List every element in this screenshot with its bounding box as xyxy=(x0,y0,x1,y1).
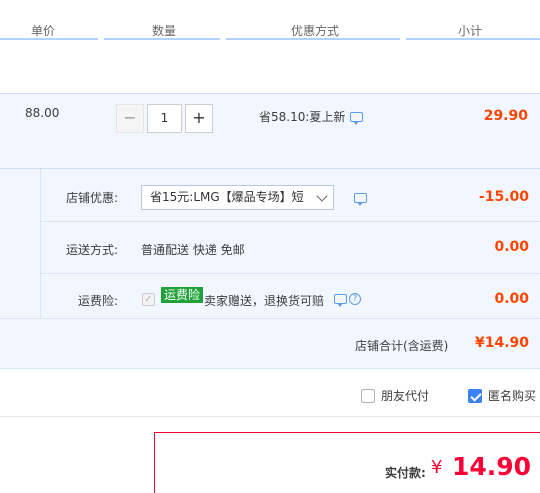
promotion-text: 省58.10:夏上新 xyxy=(259,110,346,124)
friend-pay-checkbox[interactable] xyxy=(361,388,375,403)
payment-amount: 14.90 xyxy=(452,452,532,481)
shipping-label: 运送方式: xyxy=(66,243,119,257)
quantity-stepper: − 1 + xyxy=(116,104,213,133)
anonymous-option[interactable]: 匿名购买 xyxy=(468,387,536,404)
quantity-input[interactable]: 1 xyxy=(147,104,182,133)
payment-label: 实付款: xyxy=(385,466,426,480)
increase-quantity-button[interactable]: + xyxy=(185,104,213,133)
currency-symbol: ¥ xyxy=(431,457,443,478)
shop-discount-selected: 省15元:LMG【爆品专场】短 xyxy=(150,190,304,204)
chat-icon[interactable] xyxy=(350,111,364,125)
header-divider xyxy=(226,38,400,40)
shop-discount-label: 店铺优惠: xyxy=(66,191,119,205)
insurance-tag: 运费险 xyxy=(161,287,204,303)
insurance-checkbox: ✓ xyxy=(142,293,155,306)
shop-total-row: 店铺合计(含运费) ¥14.90 xyxy=(0,318,540,369)
shipping-method: 普通配送 快递 免邮 xyxy=(141,243,245,257)
item-promotion: 省58.10:夏上新 xyxy=(259,108,364,125)
header-quantity: 数量 xyxy=(152,24,177,38)
chevron-down-icon xyxy=(316,190,328,202)
header-divider xyxy=(406,38,540,40)
unit-price: 88.00 xyxy=(25,106,60,120)
anonymous-checkbox[interactable] xyxy=(468,388,482,403)
shop-total-label: 店铺合计(含运费) xyxy=(355,339,449,353)
shop-total-amount: ¥14.90 xyxy=(474,335,529,351)
table-header: 单价 数量 优惠方式 小计 xyxy=(0,0,540,40)
anonymous-label: 匿名购买 xyxy=(488,389,537,403)
chat-icon[interactable] xyxy=(334,294,347,307)
chat-icon[interactable] xyxy=(354,193,367,206)
header-price: 单价 xyxy=(31,24,56,38)
insurance-description: 卖家赠送，退换货可赔 xyxy=(204,294,325,308)
shipping-amount: 0.00 xyxy=(494,239,529,255)
header-divider xyxy=(104,38,220,40)
item-subtotal: 29.90 xyxy=(483,108,528,124)
shop-discount-amount: -15.00 xyxy=(478,189,529,205)
insurance-icons: ? xyxy=(334,293,361,307)
shop-discount-select[interactable]: 省15元:LMG【爆品专场】短 xyxy=(141,185,334,210)
insurance-label: 运费险: xyxy=(78,294,119,308)
help-icon[interactable]: ? xyxy=(349,293,361,305)
decrease-quantity-button[interactable]: − xyxy=(116,104,144,133)
payment-panel: 实付款: ¥ 14.90 xyxy=(154,432,540,493)
header-subtotal: 小计 xyxy=(458,24,483,38)
header-divider xyxy=(0,38,98,40)
order-item-row: 88.00 − 1 + 省58.10:夏上新 29.90 xyxy=(0,93,540,168)
friend-pay-option[interactable]: 朋友代付 xyxy=(361,387,429,404)
divider xyxy=(0,416,540,417)
header-promotion: 优惠方式 xyxy=(291,24,340,38)
friend-pay-label: 朋友代付 xyxy=(381,389,430,403)
insurance-amount: 0.00 xyxy=(494,291,529,307)
